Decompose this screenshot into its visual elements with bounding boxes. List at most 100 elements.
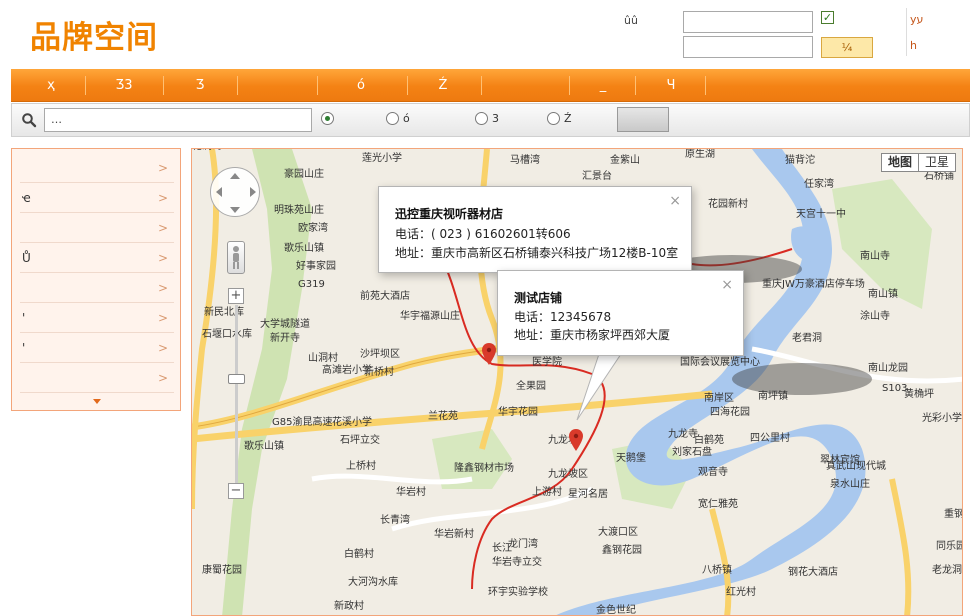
sidebar-item[interactable]: ' >: [20, 333, 174, 363]
nav-item-4[interactable]: [241, 69, 307, 102]
map-marker-icon[interactable]: [482, 343, 496, 365]
map-place-label: 天宫十一中: [796, 207, 846, 220]
map-place-label: 八桥镇: [702, 563, 732, 576]
map-place-label: 宽仁雅苑: [698, 497, 738, 510]
nav-item-home[interactable]: ҳ: [21, 69, 81, 102]
map-type-map-button[interactable]: 地图: [882, 154, 919, 171]
sidebar-item[interactable]: >: [20, 213, 174, 243]
map-place-label: 天鹅堡: [616, 451, 646, 464]
password-input[interactable]: [683, 36, 813, 58]
sidebar-item[interactable]: >: [20, 153, 174, 183]
map-place-label: 花园新村: [708, 197, 748, 210]
map-place-label: 明珠苑山庄: [274, 203, 324, 216]
map-place-label: 马槽湾: [510, 153, 540, 166]
map-place-label: 长江: [492, 542, 512, 554]
map-road: [889, 478, 912, 615]
map-place-label: 任家湾: [804, 177, 834, 190]
pan-down-icon[interactable]: [230, 207, 240, 213]
map-place-label: 重钢集团: [944, 507, 963, 520]
popup-store-name: 测试店铺: [514, 291, 563, 305]
chevron-right-icon: >: [157, 311, 168, 325]
chevron-right-icon: >: [157, 161, 168, 175]
pan-right-icon[interactable]: [250, 187, 256, 197]
nav-item-6[interactable]: Ź: [411, 69, 475, 102]
map-marker-icon[interactable]: [569, 429, 583, 451]
map-view[interactable]: 莲光小学马槽湾金紫山原生湖猫背沱上江村豪园山庄汇景台任家湾石桥铺明珠苑山庄欧家湾…: [191, 148, 963, 616]
map-place-label: 花溪小学: [332, 415, 372, 428]
username-label: ûû: [624, 14, 638, 27]
map-place-label: 欧家湾: [298, 221, 328, 234]
sidebar-item[interactable]: >: [20, 273, 174, 303]
search-input[interactable]: …: [44, 108, 312, 132]
map-place-label: 华岩寺立交: [492, 555, 542, 568]
map-place-label: 九龙坡区: [548, 467, 588, 480]
map-place-label: 豪园山庄: [284, 167, 324, 180]
map-place-label: 涂山寺: [860, 309, 890, 322]
nav-item-9[interactable]: Ч: [639, 69, 703, 102]
nav-divider: [237, 76, 238, 95]
street-view-pegman-icon[interactable]: [227, 241, 245, 274]
map-place-label: 光彩小学: [922, 411, 962, 424]
map-place-label: 原生湖: [685, 149, 715, 160]
nav-item-7[interactable]: [485, 69, 565, 102]
map-place-label: 大河沟水库: [348, 575, 398, 588]
search-option-radio-4[interactable]: [547, 112, 560, 125]
zoom-slider-track[interactable]: [235, 305, 238, 485]
nav-item-3[interactable]: Ʒ: [167, 69, 233, 102]
map-place-label: 老龙洞景区: [932, 563, 963, 576]
sidebar-item[interactable]: Ů >: [20, 243, 174, 273]
sidebar-item[interactable]: ' >: [20, 303, 174, 333]
search-option-radio-1[interactable]: [321, 112, 334, 125]
chevron-right-icon: >: [157, 221, 168, 235]
main-nav: ҳ Ʒ3 Ʒ ó Ź _ Ч: [11, 69, 970, 102]
zoom-slider-thumb[interactable]: [228, 374, 245, 384]
chevron-right-icon: >: [157, 251, 168, 265]
map-place-label: 白鹤苑: [694, 433, 724, 446]
map-place-label: 大学城隧道: [260, 317, 310, 330]
remember-checkbox[interactable]: ✓: [821, 11, 834, 24]
close-icon[interactable]: ×: [721, 277, 733, 293]
popup-store-phone: 电话：( 023 ) 61602601转606: [395, 227, 571, 241]
nav-item-2[interactable]: Ʒ3: [89, 69, 159, 102]
map-place-label: 沙坪坝区: [360, 347, 400, 360]
sidebar-item[interactable]: ҽ >: [20, 183, 174, 213]
sidebar-item[interactable]: >: [20, 363, 174, 393]
forgot-link[interactable]: һ: [910, 39, 917, 52]
map-place-label: 鑫钢花园: [602, 543, 642, 556]
search-option-radio-2[interactable]: [386, 112, 399, 125]
page: 品牌空间 ûû ✓ ¼ уע һ ҳ Ʒ3 Ʒ ó Ź _ Ч … ó 3 Ź …: [0, 0, 980, 616]
map-place-label: 刘家石盘: [672, 445, 712, 458]
map-place-label: 石堰口水库: [202, 327, 252, 340]
expand-down-icon[interactable]: [93, 399, 101, 404]
map-place-label: 上游村: [532, 485, 562, 498]
register-link[interactable]: уע: [910, 13, 923, 26]
close-icon[interactable]: ×: [669, 193, 681, 209]
pan-control[interactable]: [210, 167, 260, 217]
popup-store-name: 迅控重庆视听器材店: [395, 207, 504, 221]
map-place-label: 好事家园: [296, 259, 336, 272]
pan-left-icon[interactable]: [216, 187, 222, 197]
username-input[interactable]: [683, 11, 813, 33]
search-icon[interactable]: [21, 112, 37, 128]
nav-item-8[interactable]: _: [573, 69, 633, 102]
search-option-label-3: 3: [492, 112, 499, 125]
search-option-radio-3[interactable]: [475, 112, 488, 125]
site-logo[interactable]: 品牌空间: [30, 12, 158, 57]
pan-up-icon[interactable]: [230, 173, 240, 179]
zoom-out-button[interactable]: −: [228, 483, 244, 499]
popup-store-phone: 电话：12345678: [514, 310, 612, 324]
map-place-label: 新桥村: [364, 365, 394, 378]
map-place-label: 四公里村: [750, 431, 790, 444]
nav-divider: [163, 76, 164, 95]
zoom-in-button[interactable]: +: [228, 288, 244, 304]
map-place-label: 新民北库: [204, 305, 244, 318]
map-place-label: 花洞湾: [192, 149, 222, 152]
map-place-label: 龙门湾: [508, 537, 538, 550]
search-button[interactable]: [617, 107, 669, 132]
map-place-label: 前苑大酒店: [360, 289, 410, 302]
map-type-satellite-button[interactable]: 卫星: [919, 154, 955, 171]
login-button[interactable]: ¼: [821, 37, 873, 58]
category-sidebar: > ҽ > > Ů > > ' > ' > >: [11, 148, 181, 411]
search-bar: … ó 3 Ź: [11, 103, 970, 137]
nav-item-5[interactable]: ó: [321, 69, 401, 102]
